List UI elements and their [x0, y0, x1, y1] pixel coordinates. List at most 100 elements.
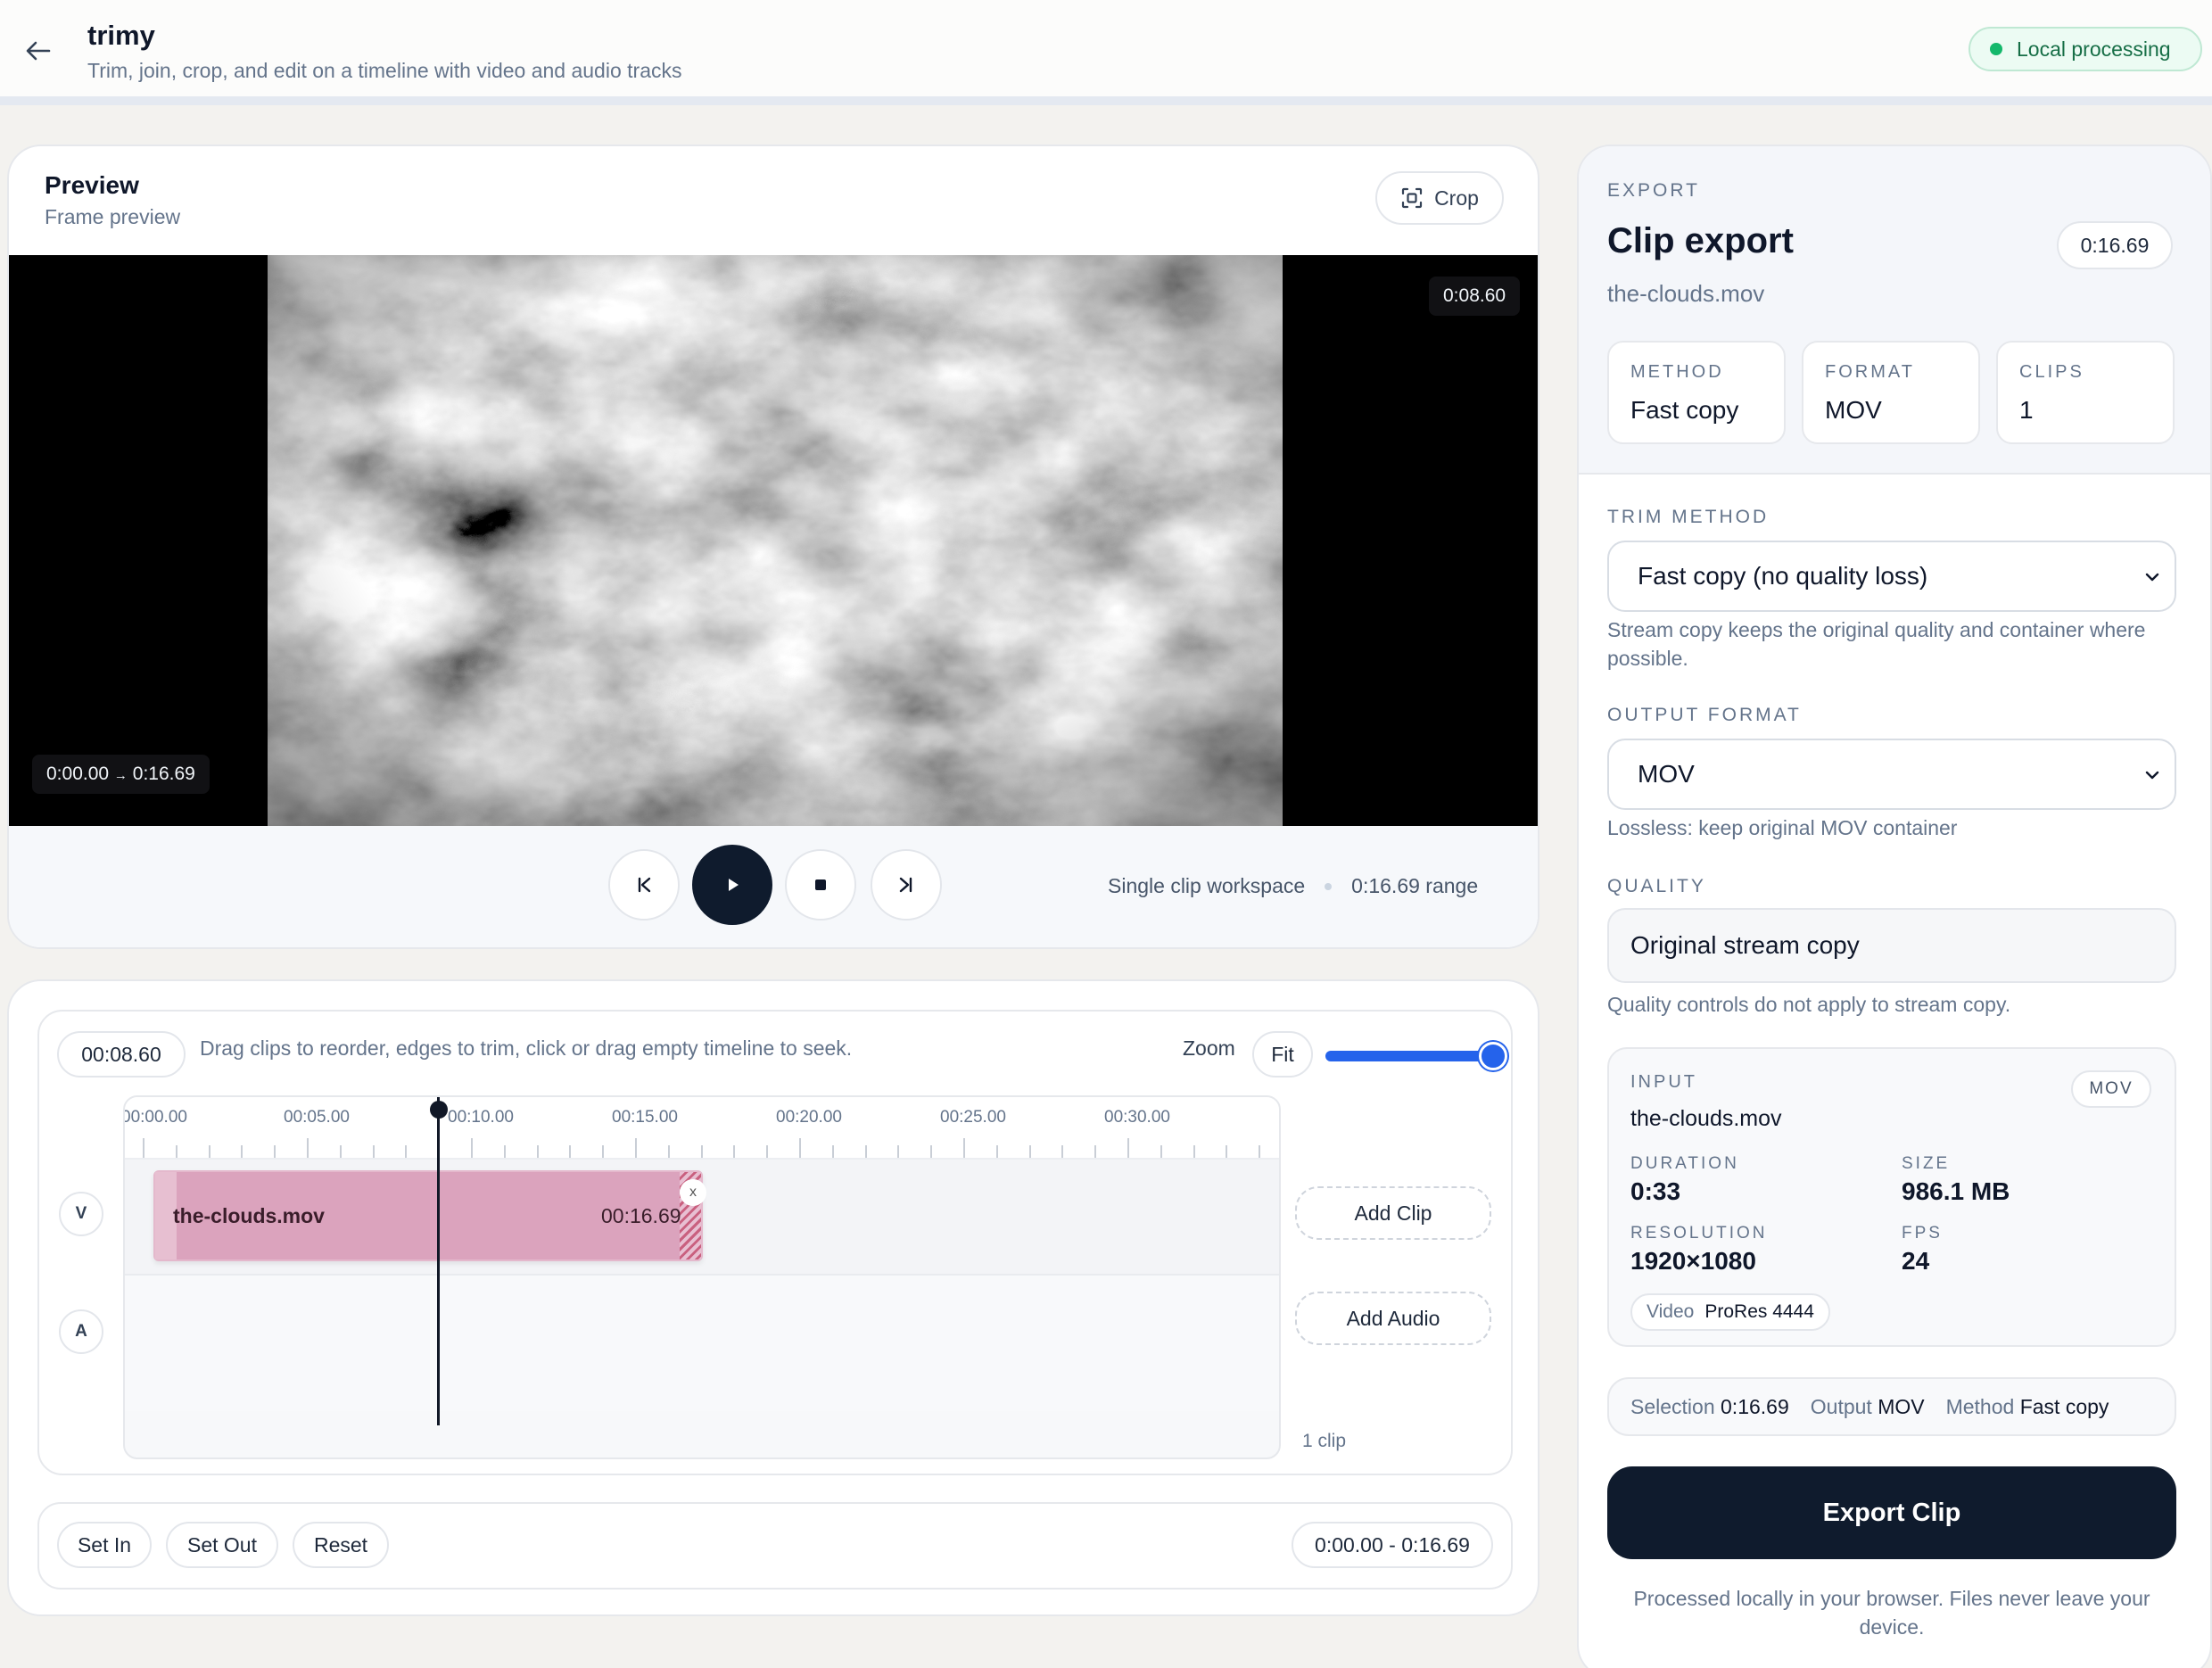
quality-label: QUALITY: [1607, 876, 1706, 896]
export-summary-header: EXPORT Clip export 0:16.69 the-clouds.mo…: [1579, 146, 2210, 475]
range-start: 0:00.00: [46, 764, 110, 784]
stat-format: FORMAT MOV: [1802, 341, 1980, 444]
output-format-select[interactable]: MOV: [1607, 739, 2176, 810]
quality-field: Original stream copy: [1607, 908, 2176, 983]
audio-track[interactable]: [125, 1276, 1279, 1411]
summary-key: Selection: [1630, 1394, 1715, 1418]
resolution-value: 1920×1080: [1630, 1247, 1756, 1275]
clip-duration: 00:16.69: [601, 1204, 681, 1227]
stop-button[interactable]: [785, 849, 856, 921]
export-panel: EXPORT Clip export 0:16.69 the-clouds.mo…: [1577, 145, 2212, 1668]
summary-output: Output MOV: [1811, 1395, 1925, 1419]
ruler-tick: [897, 1145, 900, 1158]
export-filename: the-clouds.mov: [1607, 280, 1765, 307]
ruler-tick: [307, 1138, 309, 1158]
codec-key: Video: [1647, 1301, 1695, 1322]
export-eyebrow: EXPORT: [1607, 180, 1700, 201]
summary-value: MOV: [1878, 1394, 1925, 1418]
zoom-slider-handle[interactable]: [1479, 1042, 1507, 1070]
clip-count: 1 clip: [1302, 1431, 1347, 1451]
timeline-hint: Drag clips to reorder, edges to trim, cl…: [200, 1036, 853, 1060]
ruler-tick: [339, 1145, 342, 1158]
output-format-value: MOV: [1638, 760, 1695, 788]
video-frame-image: [268, 255, 1283, 826]
current-time-tag: 0:08.60: [1429, 277, 1521, 316]
video-player[interactable]: 0:08.60 0:00.00 → 0:16.69: [9, 255, 1538, 826]
video-track[interactable]: the-clouds.mov 00:16.69 x: [125, 1160, 1279, 1276]
ruler-tick: [1193, 1145, 1195, 1158]
ruler-tick: [471, 1138, 473, 1158]
privacy-note: Processed locally in your browser. Files…: [1633, 1587, 2150, 1639]
ruler-tick: [536, 1145, 539, 1158]
codec-value: ProRes 4444: [1704, 1301, 1814, 1322]
app-subtitle: Trim, join, crop, and edit on a timeline…: [87, 59, 682, 82]
ruler-tick: [143, 1138, 144, 1158]
range-label: 0:16.69 range: [1351, 874, 1479, 897]
ruler-label: 00:00.00: [123, 1108, 187, 1127]
export-clip-button[interactable]: Export Clip: [1607, 1466, 2176, 1559]
ruler-tick: [963, 1138, 965, 1158]
resolution-label: RESOLUTION: [1630, 1224, 1768, 1243]
ruler-label: 00:25.00: [940, 1108, 1006, 1127]
ruler-tick: [1160, 1145, 1162, 1158]
play-icon: [729, 879, 739, 891]
ruler-tick: [208, 1145, 210, 1158]
ruler-tick: [569, 1145, 572, 1158]
zoom-slider-track[interactable]: [1325, 1051, 1491, 1061]
fps-label: FPS: [1902, 1224, 1943, 1243]
timeline-panel: 00:08.60 Drag clips to reorder, edges to…: [37, 1010, 1513, 1475]
range-tag: 0:00.00 → 0:16.69: [32, 755, 210, 794]
ruler-tick: [1127, 1138, 1129, 1158]
ruler-tick: [667, 1145, 670, 1158]
video-clip[interactable]: the-clouds.mov 00:16.69 x: [153, 1170, 706, 1261]
badge-label: Local processing: [2017, 37, 2171, 61]
separator-dot: [1325, 882, 1333, 890]
ruler-tick: [1061, 1145, 1064, 1158]
reset-button[interactable]: Reset: [293, 1522, 389, 1568]
play-button[interactable]: [692, 845, 772, 925]
input-format-chip: MOV: [2071, 1070, 2151, 1108]
ruler-tick: [503, 1145, 506, 1158]
ruler-label: 00:20.00: [776, 1108, 842, 1127]
skip-back-button[interactable]: [608, 849, 680, 921]
ruler-tick: [733, 1145, 736, 1158]
set-out-button[interactable]: Set Out: [166, 1522, 278, 1568]
summary-selection: Selection 0:16.69: [1630, 1395, 1789, 1419]
playhead-handle[interactable]: [430, 1101, 448, 1119]
fit-button[interactable]: Fit: [1252, 1031, 1313, 1078]
output-format-help: Lossless: keep original MOV container: [1607, 816, 1958, 839]
trim-method-value: Fast copy (no quality loss): [1638, 562, 1928, 590]
ruler-tick: [1028, 1145, 1031, 1158]
back-button[interactable]: [20, 32, 57, 70]
stat-value: Fast copy: [1630, 396, 1739, 424]
ruler-tick: [274, 1145, 276, 1158]
set-in-button[interactable]: Set In: [57, 1522, 152, 1568]
ruler-tick: [930, 1145, 933, 1158]
remove-clip-button[interactable]: x: [680, 1179, 706, 1206]
ruler-tick: [405, 1145, 408, 1158]
skip-forward-button[interactable]: [871, 849, 942, 921]
stat-label: METHOD: [1630, 362, 1724, 382]
chevron-down-icon: [2145, 573, 2159, 582]
trim-method-select[interactable]: Fast copy (no quality loss): [1607, 541, 2176, 612]
preview-subtitle: Frame preview: [45, 205, 181, 228]
video-track-tag: V: [59, 1192, 103, 1236]
audio-track-tag: A: [59, 1309, 103, 1354]
range-end: 0:16.69: [132, 764, 195, 784]
add-audio-button[interactable]: Add Audio: [1295, 1292, 1491, 1345]
add-clip-button[interactable]: Add Clip: [1295, 1186, 1491, 1240]
playhead[interactable]: [437, 1097, 440, 1425]
track-area[interactable]: 00:00.00 00:05.00 00:10.00 00:15.00 00:2…: [123, 1095, 1281, 1459]
codec-chip: Video ProRes 4444: [1630, 1293, 1830, 1331]
arrow-left-icon: [26, 41, 51, 61]
ruler-tick: [635, 1138, 637, 1158]
crop-button[interactable]: Crop: [1375, 171, 1504, 225]
fps-value: 24: [1902, 1247, 1930, 1275]
local-processing-badge: Local processing: [1969, 27, 2202, 71]
time-ruler[interactable]: 00:00.00 00:05.00 00:10.00 00:15.00 00:2…: [123, 1097, 1279, 1160]
stat-clips: CLIPS 1: [1996, 341, 2175, 444]
duration-value: 0:33: [1630, 1177, 1681, 1205]
export-duration-badge: 0:16.69: [2057, 221, 2173, 269]
status-dot-icon: [1990, 43, 2002, 55]
ruler-label: 00:30.00: [1104, 1108, 1170, 1127]
